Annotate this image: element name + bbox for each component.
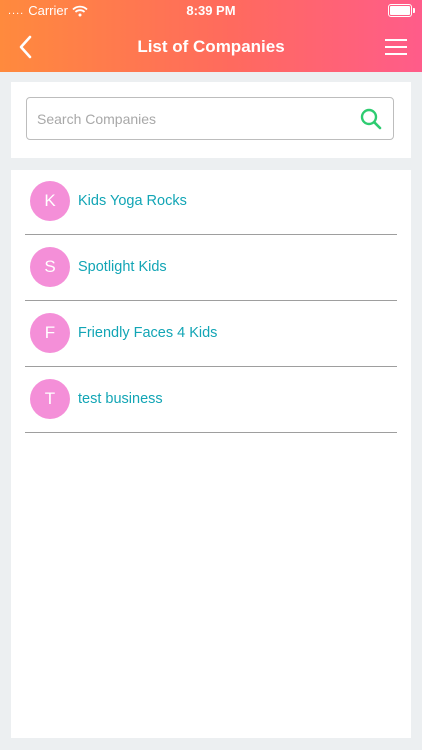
company-avatar: T — [30, 379, 70, 419]
page-title: List of Companies — [137, 37, 285, 56]
back-button[interactable] — [12, 31, 40, 63]
company-list-item[interactable]: F Friendly Faces 4 Kids — [25, 302, 397, 367]
search-box — [26, 97, 394, 140]
company-list-item[interactable]: T test business — [25, 368, 397, 433]
search-icon[interactable] — [359, 107, 383, 131]
menu-button[interactable] — [382, 32, 410, 62]
hamburger-menu-icon — [385, 39, 407, 55]
status-bar: .... Carrier 8:39 PM — [0, 0, 422, 22]
app-header: .... Carrier 8:39 PM List of Companies — [0, 0, 422, 72]
company-name: Spotlight Kids — [78, 259, 167, 275]
search-input[interactable] — [27, 98, 367, 139]
status-time: 8:39 PM — [186, 3, 236, 18]
battery-icon — [388, 4, 415, 17]
company-avatar: F — [30, 313, 70, 353]
company-list-card: K Kids Yoga Rocks S Spotlight Kids F Fri… — [11, 170, 411, 738]
company-avatar: S — [30, 247, 70, 287]
company-name: Kids Yoga Rocks — [78, 193, 187, 209]
company-list: K Kids Yoga Rocks S Spotlight Kids F Fri… — [11, 170, 411, 433]
company-list-item[interactable]: K Kids Yoga Rocks — [25, 170, 397, 235]
company-name: Friendly Faces 4 Kids — [78, 325, 218, 341]
nav-bar: List of Companies — [0, 22, 422, 72]
company-list-item[interactable]: S Spotlight Kids — [25, 236, 397, 301]
chevron-left-icon — [19, 35, 32, 59]
company-name: test business — [78, 391, 163, 407]
company-avatar: K — [30, 181, 70, 221]
search-card — [11, 82, 411, 158]
